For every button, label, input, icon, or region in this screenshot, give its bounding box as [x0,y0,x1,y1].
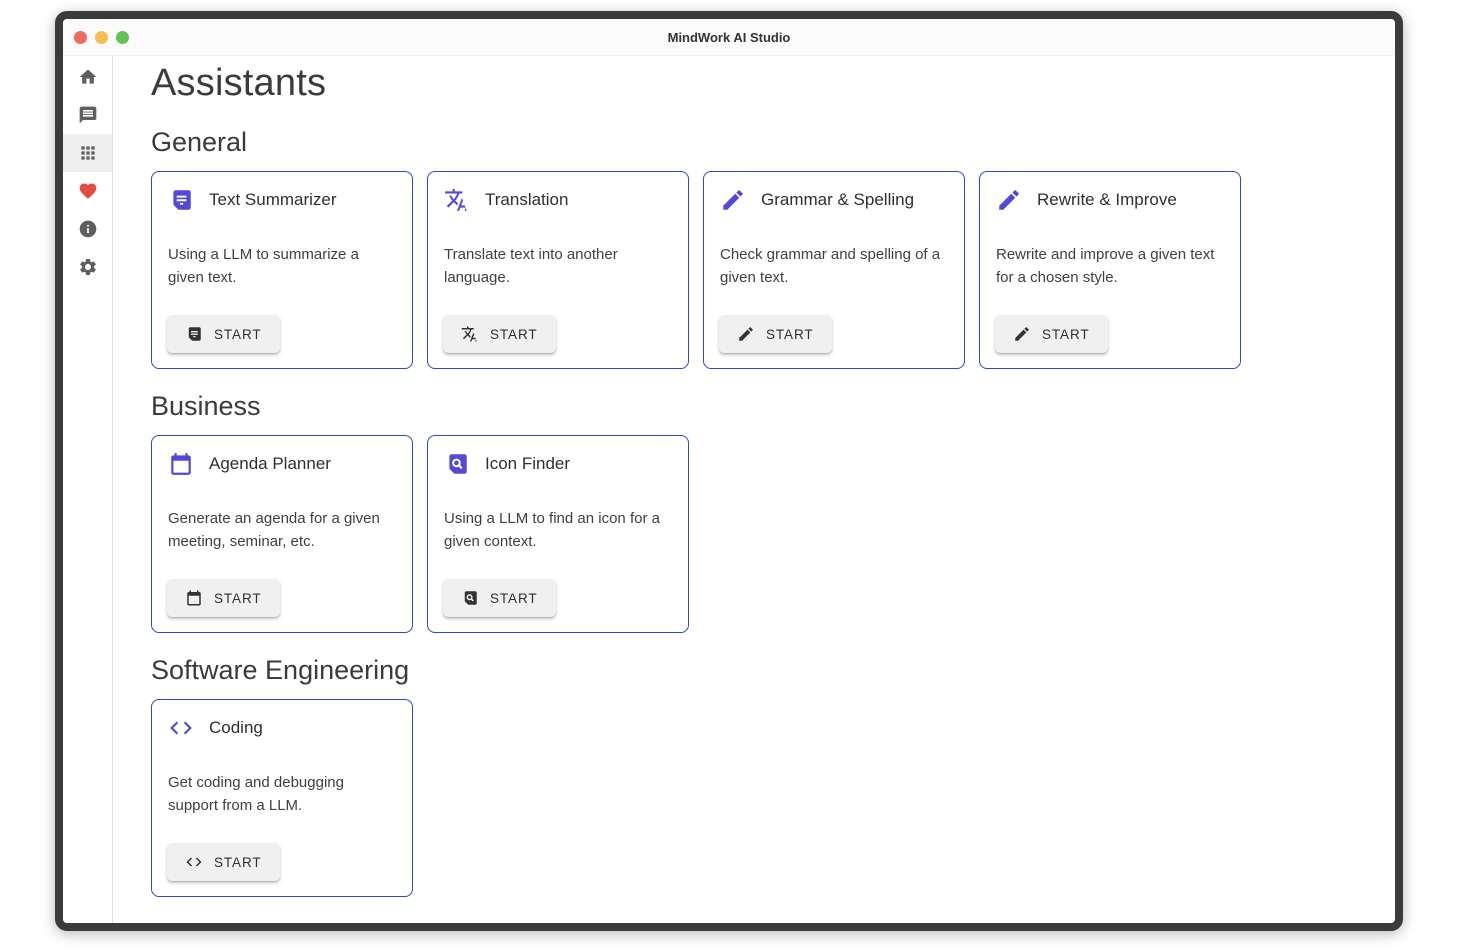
apps-grid-icon [78,143,98,163]
card-description: Check grammar and spelling of a given te… [720,244,948,290]
sidebar-item-about[interactable] [63,210,112,248]
heart-icon [78,181,98,201]
start-button-label: START [766,327,814,342]
card-title: Text Summarizer [209,190,337,210]
card-description: Get coding and debugging support from a … [168,772,396,818]
start-button[interactable]: START [443,579,556,617]
document-icon [185,325,203,343]
card-header: Coding [168,715,396,741]
titlebar: MindWork AI Studio [63,19,1395,56]
assistant-section: General Text Summarizer Using a LLM to s… [151,127,1375,369]
section-heading: Business [151,391,1375,422]
card-header: Icon Finder [444,451,672,477]
card-description: Rewrite and improve a given text for a c… [996,244,1224,290]
assistant-section: Business Agenda Planner Generate an agen… [151,391,1375,633]
code-icon [168,715,194,741]
card-title: Coding [209,718,263,738]
card-header: Text Summarizer [168,187,396,213]
card-description: Using a LLM to find an icon for a given … [444,508,672,554]
start-button-label: START [490,591,538,606]
start-button[interactable]: START [167,315,280,353]
section-heading: Software Engineering [151,655,1375,686]
assistant-card: Agenda Planner Generate an agenda for a … [151,435,413,633]
main-content: Assistants General Text Summarizer Using… [113,56,1395,923]
card-description: Generate an agenda for a given meeting, … [168,508,396,554]
card-title: Agenda Planner [209,454,331,474]
pencil-icon [996,187,1022,213]
calendar-icon [185,589,203,607]
window-title: MindWork AI Studio [63,30,1395,45]
cards-row: Agenda Planner Generate an agenda for a … [151,435,1375,633]
card-title: Rewrite & Improve [1037,190,1177,210]
card-description: Translate text into another language. [444,244,672,290]
assistant-card: Icon Finder Using a LLM to find an icon … [427,435,689,633]
sidebar-item-home[interactable] [63,58,112,96]
gear-icon [78,257,98,277]
document-icon [168,187,194,213]
assistant-card: Translation Translate text into another … [427,171,689,369]
page-title: Assistants [151,62,1375,105]
card-title: Translation [485,190,568,210]
card-description: Using a LLM to summarize a given text. [168,244,396,290]
cards-row: Coding Get coding and debugging support … [151,699,1375,897]
assistant-card: Text Summarizer Using a LLM to summarize… [151,171,413,369]
translate-icon [444,187,470,213]
chat-icon [78,105,98,125]
assistant-card: Coding Get coding and debugging support … [151,699,413,897]
translate-icon [461,325,479,343]
start-button[interactable]: START [443,315,556,353]
pencil-icon [720,187,746,213]
assistant-card: Rewrite & Improve Rewrite and improve a … [979,171,1241,369]
card-header: Agenda Planner [168,451,396,477]
calendar-icon [168,451,194,477]
start-button[interactable]: START [719,315,832,353]
sidebar-item-chats[interactable] [63,96,112,134]
start-button-label: START [1042,327,1090,342]
app-window: MindWork AI Studio Assistants General Te… [55,11,1403,931]
assistant-section: Software Engineering Coding Get coding a… [151,655,1375,897]
section-heading: General [151,127,1375,158]
home-icon [78,67,98,87]
start-button-label: START [214,327,262,342]
icon-search-icon [444,451,470,477]
icon-search-icon [461,589,479,607]
pencil-icon [1013,325,1031,343]
code-icon [185,853,203,871]
pencil-icon [737,325,755,343]
cards-row: Text Summarizer Using a LLM to summarize… [151,171,1375,369]
sidebar [63,56,113,923]
start-button-label: START [490,327,538,342]
card-header: Rewrite & Improve [996,187,1224,213]
sidebar-item-favorites[interactable] [63,172,112,210]
start-button[interactable]: START [167,843,280,881]
start-button[interactable]: START [167,579,280,617]
sidebar-item-assistants[interactable] [63,134,112,172]
card-header: Grammar & Spelling [720,187,948,213]
card-header: Translation [444,187,672,213]
card-title: Grammar & Spelling [761,190,914,210]
card-title: Icon Finder [485,454,570,474]
sidebar-item-settings[interactable] [63,248,112,286]
start-button-label: START [214,591,262,606]
assistant-card: Grammar & Spelling Check grammar and spe… [703,171,965,369]
start-button-label: START [214,855,262,870]
info-icon [78,219,98,239]
start-button[interactable]: START [995,315,1108,353]
